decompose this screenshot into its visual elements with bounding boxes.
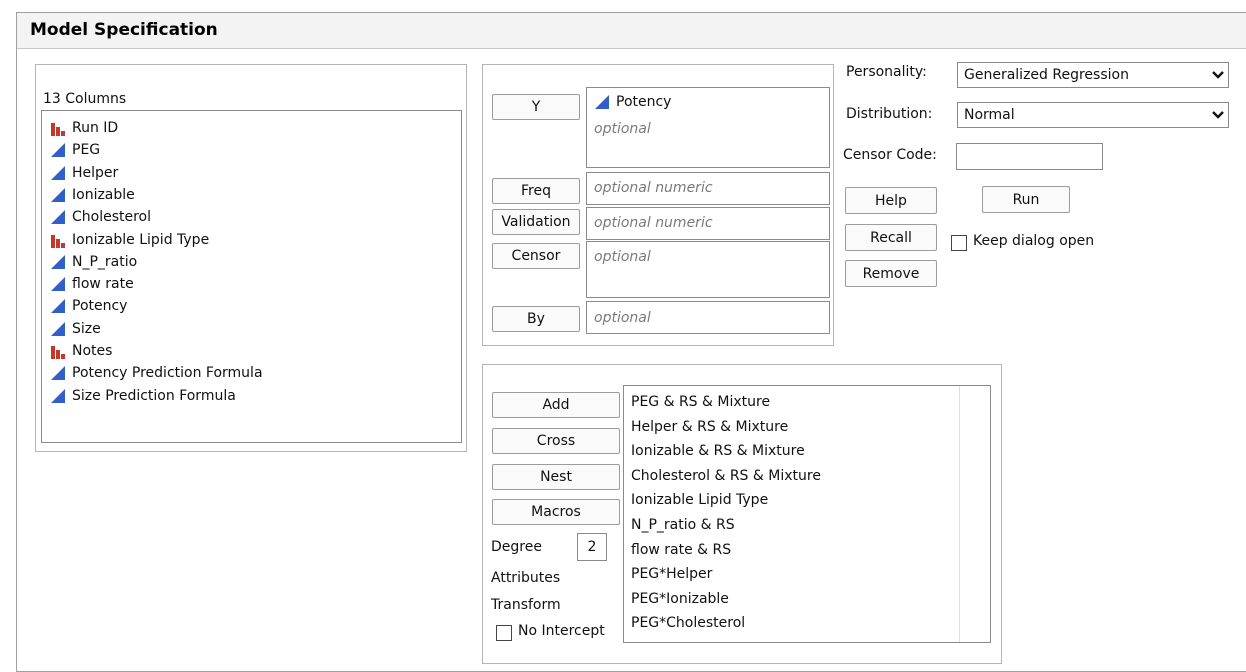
nominal-icon: [51, 123, 65, 136]
degree-value: 2: [587, 539, 597, 555]
degree-input[interactable]: 2: [577, 533, 607, 561]
degree-label: Degree: [491, 539, 542, 555]
freq-role-field[interactable]: optional numeric: [586, 172, 830, 205]
model-effect-item[interactable]: PEG & RS & Mixture: [631, 394, 770, 410]
by-role-button[interactable]: By: [492, 306, 580, 332]
column-item[interactable]: Size Prediction Formula: [50, 385, 236, 407]
attributes-menu[interactable]: Attributes: [491, 570, 560, 586]
column-name: Potency Prediction Formula: [72, 365, 263, 382]
model-effect-item[interactable]: N_P_ratio & RS: [631, 517, 735, 533]
validation-role-button[interactable]: Validation: [492, 209, 580, 235]
distribution-label: Distribution:: [846, 106, 933, 122]
model-effect-item[interactable]: flow rate & RS: [631, 542, 731, 558]
y-role-field[interactable]: Potency optional: [586, 87, 830, 168]
column-item[interactable]: Cholesterol: [50, 206, 151, 228]
continuous-icon: [51, 254, 65, 269]
keep-dialog-open-checkbox[interactable]: [951, 235, 967, 251]
continuous-icon: [51, 277, 65, 292]
continuous-icon: [51, 143, 65, 158]
freq-role-placeholder: optional numeric: [594, 180, 713, 196]
column-name: Potency: [72, 298, 128, 315]
nest-button[interactable]: Nest: [492, 464, 620, 490]
recall-button[interactable]: Recall: [845, 224, 937, 251]
panel-title: Model Specification: [30, 20, 218, 40]
column-name: Ionizable: [72, 186, 135, 203]
model-effect-item[interactable]: Cholesterol & RS & Mixture: [631, 468, 821, 484]
column-name: PEG: [72, 142, 101, 159]
continuous-icon: [51, 366, 65, 381]
censor-code-label: Censor Code:: [843, 147, 937, 163]
personality-select[interactable]: Generalized Regression: [957, 62, 1229, 88]
help-button[interactable]: Help: [845, 187, 937, 214]
chevron-down-icon: [1212, 111, 1224, 119]
columns-count-label: 13 Columns: [43, 91, 127, 107]
validation-role-placeholder: optional numeric: [594, 215, 713, 231]
column-name: Ionizable Lipid Type: [72, 231, 210, 248]
distribution-value: Normal: [964, 107, 1015, 123]
column-item[interactable]: flow rate: [50, 273, 134, 295]
model-effect-item[interactable]: Helper & RS & Mixture: [631, 419, 788, 435]
column-item[interactable]: Notes: [50, 340, 112, 362]
column-name: Size Prediction Formula: [72, 387, 236, 404]
by-role-field[interactable]: optional: [586, 301, 830, 334]
continuous-icon: [51, 321, 65, 336]
censor-role-field[interactable]: optional: [586, 241, 830, 298]
column-item[interactable]: Ionizable: [50, 184, 135, 206]
transform-menu[interactable]: Transform: [491, 597, 561, 613]
continuous-icon: [51, 299, 65, 314]
validation-role-field[interactable]: optional numeric: [586, 207, 830, 240]
distribution-select[interactable]: Normal: [957, 102, 1229, 128]
model-effect-item[interactable]: PEG*Cholesterol: [631, 615, 745, 631]
column-name: Notes: [72, 343, 113, 359]
column-item[interactable]: N_P_ratio: [50, 251, 137, 273]
by-role-placeholder: optional: [594, 310, 651, 326]
column-name: flow rate: [72, 276, 134, 293]
no-intercept-checkbox[interactable]: [496, 625, 512, 641]
remove-button[interactable]: Remove: [845, 260, 937, 287]
model-effect-item[interactable]: PEG*Ionizable: [631, 591, 729, 607]
column-item[interactable]: Helper: [50, 162, 118, 184]
continuous-icon: [595, 95, 609, 109]
column-item[interactable]: Potency: [50, 295, 127, 317]
chevron-down-icon: [1212, 71, 1224, 79]
cross-button[interactable]: Cross: [492, 428, 620, 454]
add-button[interactable]: Add: [492, 392, 620, 418]
macros-button[interactable]: Macros: [492, 499, 620, 525]
column-item[interactable]: PEG: [50, 139, 100, 161]
column-name: Size: [72, 320, 101, 337]
keep-dialog-open-label: Keep dialog open: [973, 233, 1095, 249]
y-role-placeholder: optional: [594, 121, 651, 137]
personality-value: Generalized Regression: [964, 67, 1129, 83]
censor-role-placeholder: optional: [594, 249, 651, 265]
y-role-button[interactable]: Y: [492, 94, 580, 120]
censor-role-button[interactable]: Censor: [492, 243, 580, 269]
model-effect-item[interactable]: PEG*Helper: [631, 566, 712, 582]
model-effect-item[interactable]: Ionizable & RS & Mixture: [631, 443, 805, 459]
no-intercept-label: No Intercept: [518, 623, 605, 639]
column-item[interactable]: Ionizable Lipid Type: [50, 229, 209, 251]
model-effects-list[interactable]: PEG & RS & Mixture Helper & RS & Mixture I…: [623, 385, 991, 643]
column-name: Helper: [72, 164, 119, 181]
column-name: Cholesterol: [72, 209, 152, 226]
continuous-icon: [51, 187, 65, 202]
column-item[interactable]: Potency Prediction Formula: [50, 362, 263, 384]
y-role-value: Potency: [616, 94, 672, 110]
columns-list[interactable]: Run ID PEG Helper Ionizable Cholesterol Ioniz…: [41, 110, 462, 443]
nominal-icon: [51, 234, 65, 248]
nominal-icon: [51, 346, 65, 359]
continuous-icon: [51, 388, 65, 403]
column-item[interactable]: Size: [50, 318, 101, 340]
model-effect-item[interactable]: Ionizable Lipid Type: [631, 492, 768, 508]
continuous-icon: [51, 165, 65, 180]
censor-code-input[interactable]: [956, 143, 1103, 170]
column-name: Run ID: [72, 120, 119, 136]
column-name: N_P_ratio: [72, 253, 138, 270]
continuous-icon: [51, 210, 65, 225]
column-item[interactable]: Run ID: [50, 117, 118, 139]
run-button[interactable]: Run: [982, 186, 1070, 213]
effects-list-divider: [959, 386, 960, 642]
freq-role-button[interactable]: Freq: [492, 178, 580, 204]
personality-label: Personality:: [846, 64, 927, 80]
